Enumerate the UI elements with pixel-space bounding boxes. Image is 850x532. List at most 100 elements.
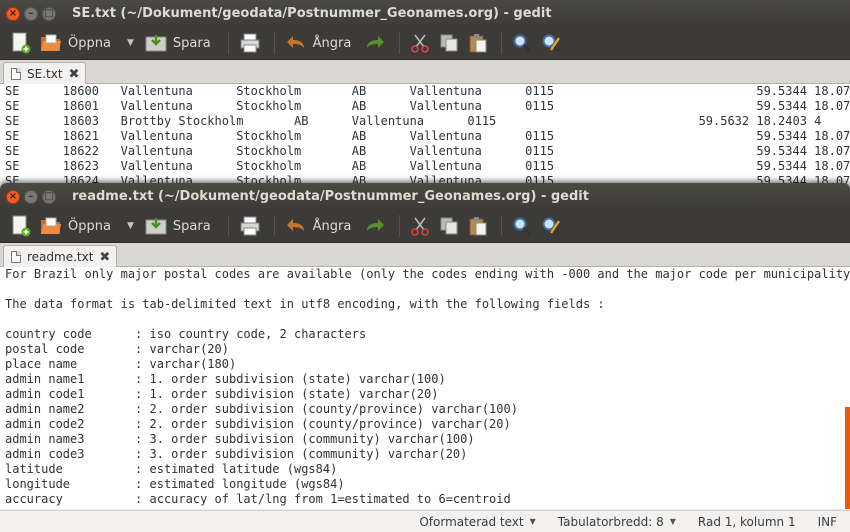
undo-label: Ångra [312, 218, 352, 234]
toolbar-separator [273, 32, 275, 54]
redo-icon [367, 219, 385, 231]
tab-strip: SE.txt ✖ [0, 60, 850, 85]
save-icon [145, 35, 167, 52]
close-window-button[interactable]: × [6, 189, 20, 204]
print-button[interactable] [236, 213, 264, 239]
tab-width-label: Tabulatorbredd: 8 [557, 514, 664, 529]
text-line: admin code1 : 1. order subdivision (stat… [5, 387, 439, 401]
title-bar[interactable]: × – □ SE.txt (~/Dokument/geodata/Postnum… [0, 0, 850, 27]
undo-label: Ångra [312, 35, 352, 51]
search-button[interactable] [509, 213, 535, 239]
text-line: latitude : estimated latitude (wgs84) [5, 462, 338, 476]
text-line [0, 312, 850, 327]
copy-button[interactable] [436, 213, 462, 239]
highlight-mode-label: Oformaterad text [419, 514, 524, 529]
copy-button[interactable] [436, 30, 462, 56]
close-tab-icon[interactable]: ✖ [99, 250, 110, 265]
cursor-position-label: Rad 1, kolumn 1 [697, 514, 796, 529]
open-label: Öppna [68, 218, 111, 234]
maximize-window-button[interactable]: □ [42, 6, 56, 21]
chevron-down-icon: ▼ [529, 517, 536, 526]
redo-button[interactable] [361, 213, 389, 239]
undo-button[interactable]: Ångra [282, 213, 359, 239]
folder-open-icon [41, 217, 61, 234]
tab-se-txt[interactable]: SE.txt ✖ [3, 62, 87, 85]
cut-button[interactable] [407, 30, 433, 56]
chevron-down-icon: ▼ [669, 517, 676, 526]
replace-button[interactable] [538, 213, 564, 239]
search-button[interactable] [509, 30, 535, 56]
save-icon [145, 218, 167, 235]
tab-width-selector[interactable]: Tabulatorbredd: 8 ▼ [558, 515, 676, 529]
title-bar[interactable]: × – □ readme.txt (~/Dokument/geodata/Pos… [0, 183, 850, 210]
open-recent-dropdown[interactable]: ▼ [127, 221, 134, 231]
toolbar-separator [227, 215, 229, 237]
highlight-mode-selector[interactable]: Oformaterad text ▼ [419, 515, 535, 529]
text-editor[interactable]: SE 18600 Vallentuna Stockholm AB Vallent… [0, 84, 850, 190]
redo-button[interactable] [361, 30, 389, 56]
tab-label: SE.txt [27, 67, 63, 81]
maximize-window-button[interactable]: □ [42, 189, 56, 204]
toolbar: Öppna ▼ Spara Ångra [0, 27, 850, 60]
copy-icon [440, 34, 458, 52]
window-title: SE.txt (~/Dokument/geodata/Postnummer_Ge… [72, 6, 552, 21]
toolbar: Öppna ▼ Spara Ångra [0, 210, 850, 243]
save-label: Spara [172, 218, 211, 234]
text-line: country code : iso country code, 2 chara… [5, 327, 367, 341]
text-document-icon [11, 251, 21, 263]
find-replace-icon [542, 217, 561, 236]
new-document-button[interactable] [8, 213, 34, 239]
text-editor[interactable]: For Brazil only major postal codes are a… [0, 267, 850, 509]
cursor-position: Rad 1, kolumn 1 [698, 515, 796, 529]
minimize-window-button[interactable]: – [24, 189, 38, 204]
paste-button[interactable] [465, 213, 491, 239]
text-line: admin name2 : 2. order subdivision (coun… [5, 402, 518, 416]
tab-strip: readme.txt ✖ [0, 243, 850, 268]
scissors-icon [411, 34, 430, 53]
find-replace-icon [542, 34, 561, 53]
toolbar-separator [273, 215, 275, 237]
print-button[interactable] [236, 30, 264, 56]
paste-button[interactable] [465, 30, 491, 56]
new-document-button[interactable] [8, 30, 34, 56]
overview-scroll-marker[interactable] [845, 407, 850, 509]
search-icon [513, 217, 532, 236]
cut-button[interactable] [407, 213, 433, 239]
text-line [0, 282, 850, 297]
text-line: SE 18622 Vallentuna Stockholm AB Vallent… [5, 144, 850, 158]
open-label: Öppna [68, 35, 111, 51]
minimize-window-button[interactable]: – [24, 6, 38, 21]
text-line: accuracy : accuracy of lat/lng from 1=es… [5, 492, 511, 506]
open-recent-dropdown[interactable]: ▼ [127, 38, 134, 48]
close-tab-icon[interactable]: ✖ [69, 67, 80, 82]
undo-icon [286, 219, 304, 231]
toolbar-separator [501, 215, 503, 237]
replace-button[interactable] [538, 30, 564, 56]
search-icon [513, 34, 532, 53]
insert-mode: INF [818, 515, 837, 529]
save-button[interactable]: Spara [142, 213, 218, 239]
scissors-icon [411, 217, 430, 236]
toolbar-separator [501, 32, 503, 54]
text-line: admin code2 : 2. order subdivision (coun… [5, 417, 511, 431]
save-button[interactable]: Spara [142, 30, 218, 56]
text-line: SE 18621 Vallentuna Stockholm AB Vallent… [5, 129, 850, 143]
insert-mode-label: INF [817, 514, 837, 529]
new-document-icon [12, 215, 31, 237]
text-line: admin name1 : 1. order subdivision (stat… [5, 372, 446, 386]
undo-icon [286, 36, 304, 48]
printer-icon [240, 216, 260, 236]
open-button[interactable]: Öppna [37, 30, 118, 56]
toolbar-separator [399, 32, 401, 54]
open-button[interactable]: Öppna [37, 213, 118, 239]
text-document-icon [11, 68, 21, 80]
paste-icon [469, 34, 487, 53]
text-line: longitude : estimated longitude (wgs84) [5, 477, 345, 491]
tab-readme-txt[interactable]: readme.txt ✖ [3, 245, 118, 268]
toolbar-separator [227, 32, 229, 54]
save-label: Spara [172, 35, 211, 51]
status-bar: Oformaterad text ▼ Tabulatorbredd: 8 ▼ R… [0, 510, 850, 532]
close-window-button[interactable]: × [6, 6, 20, 21]
undo-button[interactable]: Ångra [282, 30, 359, 56]
text-line: place name : varchar(180) [5, 357, 237, 371]
